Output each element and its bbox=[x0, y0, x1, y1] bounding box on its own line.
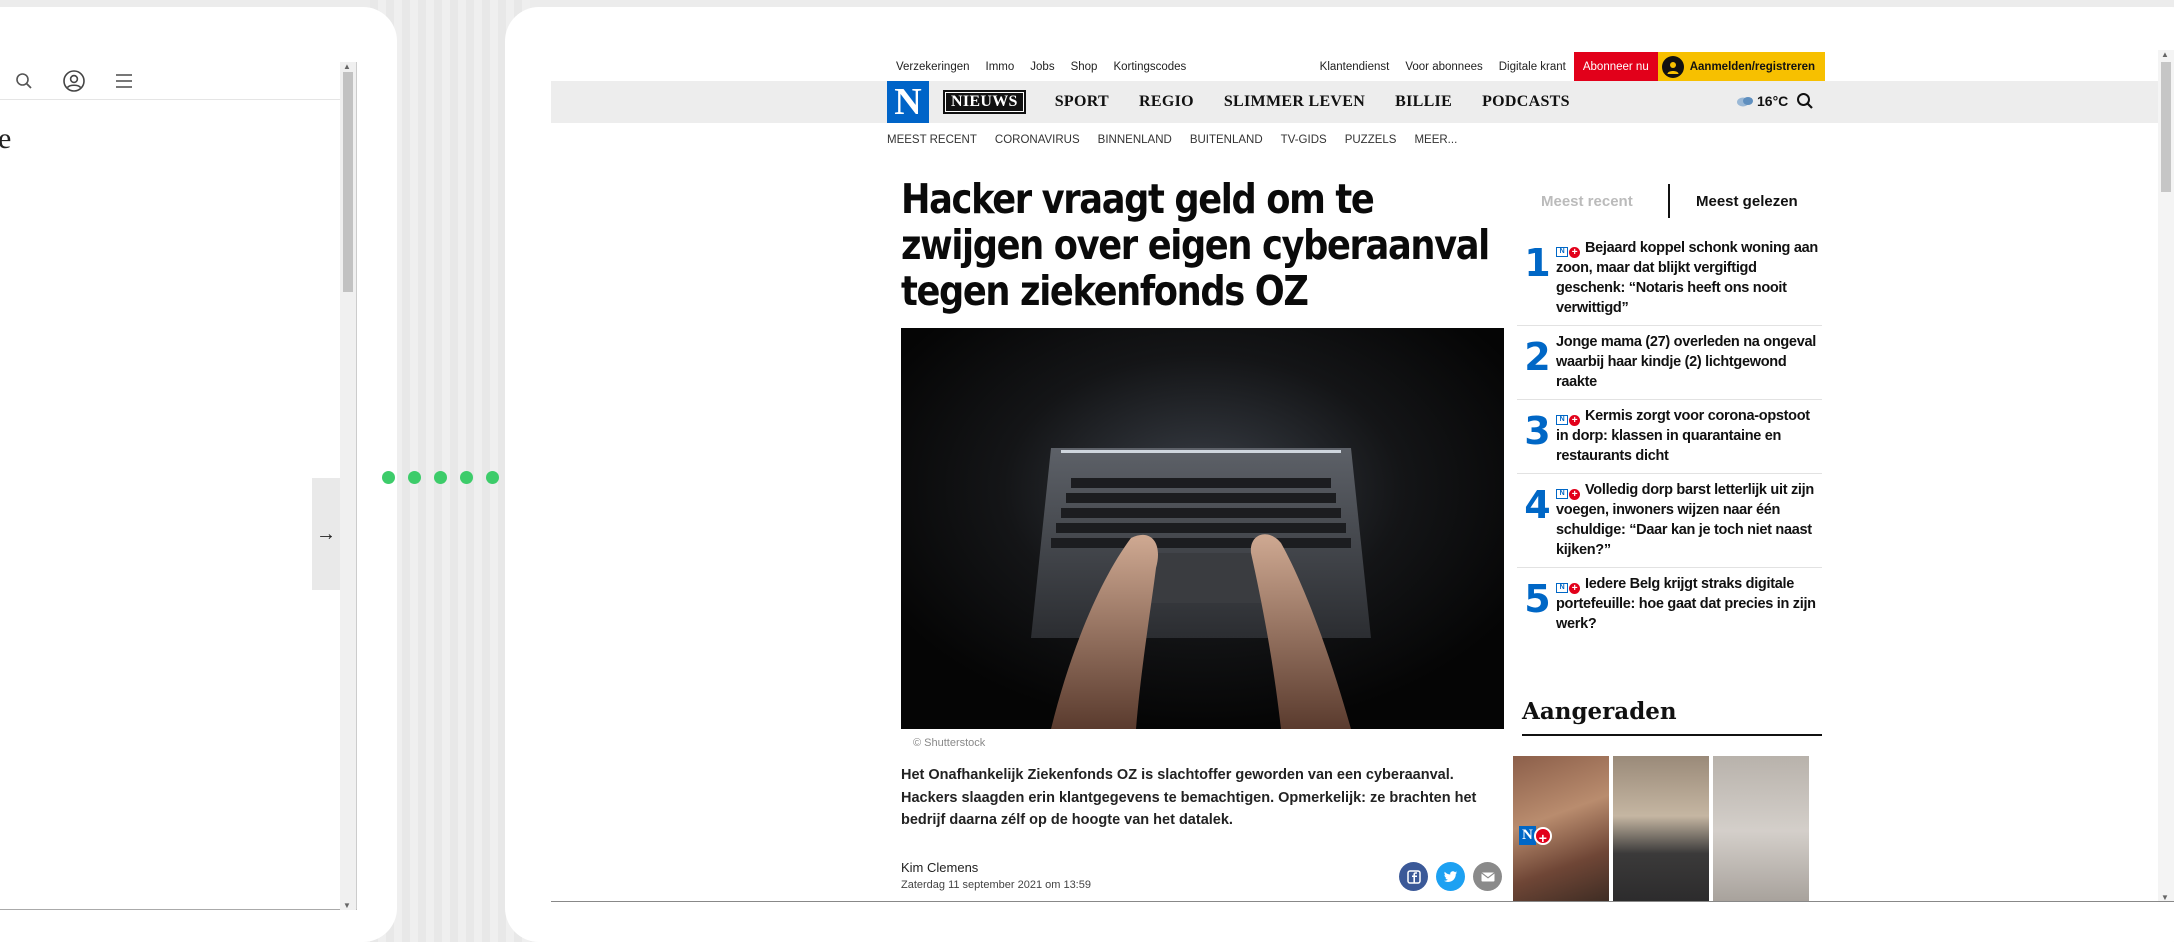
rank-number: 1 bbox=[1524, 241, 1550, 285]
list-item[interactable]: 3 N + Kermis zorgt voor corona-opstoot in … bbox=[1517, 400, 1822, 474]
next-arrow-button[interactable]: → bbox=[312, 478, 340, 590]
nav-item-sport[interactable]: SPORT bbox=[1040, 93, 1124, 111]
util-link-digitale-krant[interactable]: Digitale krant bbox=[1499, 61, 1566, 73]
subnav-puzzels[interactable]: PUZZELS bbox=[1345, 134, 1397, 146]
list-item[interactable]: 1 N + Bejaard koppel schonk woning aan zoo… bbox=[1517, 232, 1822, 326]
scroll-down-icon[interactable]: ▼ bbox=[343, 901, 351, 910]
list-item[interactable]: 4 N + Volledig dorp barst letterlijk uit z… bbox=[1517, 474, 1822, 568]
subnav-meest-recent[interactable]: MEEST RECENT bbox=[887, 134, 977, 146]
list-item-title: N + Volledig dorp barst letterlijk uit zij… bbox=[1556, 482, 1814, 558]
scroll-down-icon[interactable]: ▼ bbox=[2161, 893, 2169, 901]
article-intro: Het Onafhankelijk Ziekenfonds OZ is slac… bbox=[901, 767, 1477, 828]
list-item-title: Jonge mama (27) overleden na ongeval waa… bbox=[1556, 334, 1816, 390]
util-link-shop[interactable]: Shop bbox=[1071, 61, 1098, 73]
nav-items: NIEUWS SPORT REGIO SLIMMER LEVEN BILLIE … bbox=[943, 81, 1585, 123]
list-item-title: N + Iedere Belg krijgt straks digitale por… bbox=[1556, 576, 1816, 632]
article-date: Zaterdag 11 september 2021 om 13:59 bbox=[901, 879, 1091, 891]
util-link-jobs[interactable]: Jobs bbox=[1030, 61, 1054, 73]
email-share-icon[interactable] bbox=[1473, 862, 1502, 891]
premium-badge-icon: N + bbox=[1556, 488, 1580, 500]
page-scrollbar[interactable]: ▲ ▼ bbox=[2158, 50, 2174, 901]
sidebar-tabs: Meest recent Meest gelezen bbox=[1531, 182, 1831, 220]
list-item-title: N + Kermis zorgt voor corona-opstoot in do… bbox=[1556, 408, 1810, 464]
page-scrollbar-thumb[interactable] bbox=[2161, 62, 2171, 192]
account-icon[interactable] bbox=[62, 69, 86, 93]
recommended-thumbnail[interactable]: N + bbox=[1513, 756, 1609, 901]
subnav-binnenland[interactable]: BINNENLAND bbox=[1098, 134, 1172, 146]
weather-temperature: 16°C bbox=[1757, 93, 1789, 109]
article-headline: Hacker vraagt geld om te zwijgen over ei… bbox=[901, 175, 1490, 315]
webpage-viewport: Verzekeringen Immo Jobs Shop Kortingscod… bbox=[551, 50, 2174, 902]
dot bbox=[486, 471, 499, 484]
tab-meest-gelezen[interactable]: Meest gelezen bbox=[1670, 193, 1798, 210]
left-scrollbar-thumb[interactable] bbox=[343, 72, 353, 292]
left-browser-frame: e ▲ ▼ bbox=[0, 62, 357, 910]
user-icon bbox=[1661, 55, 1684, 78]
facebook-share-icon[interactable] bbox=[1399, 862, 1428, 891]
search-icon[interactable] bbox=[12, 69, 36, 93]
list-item-title: N + Bejaard koppel schonk woning aan zoon,… bbox=[1556, 240, 1818, 316]
left-window: e ▲ ▼ bbox=[0, 7, 397, 942]
twitter-share-icon[interactable] bbox=[1436, 862, 1465, 891]
subnav-meer[interactable]: MEER... bbox=[1414, 134, 1457, 146]
utility-bar: Verzekeringen Immo Jobs Shop Kortingscod… bbox=[894, 52, 1825, 81]
dot bbox=[382, 471, 395, 484]
subnav-coronavirus[interactable]: CORONAVIRUS bbox=[995, 134, 1080, 146]
tab-meest-recent[interactable]: Meest recent bbox=[1531, 193, 1668, 210]
scroll-up-icon[interactable]: ▲ bbox=[343, 62, 351, 71]
dot bbox=[460, 471, 473, 484]
list-item[interactable]: 5 N + Iedere Belg krijgt straks digitale p… bbox=[1517, 568, 1822, 641]
search-icon[interactable] bbox=[1796, 92, 1814, 115]
recommended-thumbnails: N + bbox=[1513, 756, 1809, 901]
subnav-buitenland[interactable]: BUITENLAND bbox=[1190, 134, 1263, 146]
recommended-heading: Aangeraden bbox=[1522, 698, 1822, 736]
dot bbox=[434, 471, 447, 484]
premium-badge-icon: N + bbox=[1556, 246, 1580, 258]
util-link-voor-abonnees[interactable]: Voor abonnees bbox=[1405, 61, 1482, 73]
util-link-kortingscodes[interactable]: Kortingscodes bbox=[1113, 61, 1186, 73]
dot bbox=[408, 471, 421, 484]
rank-number: 3 bbox=[1524, 409, 1550, 453]
recommended-thumbnail[interactable] bbox=[1713, 756, 1809, 901]
most-read-list: 1 N + Bejaard koppel schonk woning aan zoo… bbox=[1517, 232, 1822, 641]
subscribe-button[interactable]: Abonneer nu bbox=[1573, 52, 1658, 81]
premium-badge-icon: N + bbox=[1556, 582, 1580, 594]
left-toolbar bbox=[0, 62, 340, 100]
cloud-icon bbox=[1737, 97, 1753, 107]
premium-badge-icon: N + bbox=[1556, 414, 1580, 426]
nav-item-regio[interactable]: REGIO bbox=[1124, 93, 1209, 111]
share-buttons bbox=[1399, 862, 1502, 891]
util-link-immo[interactable]: Immo bbox=[986, 61, 1015, 73]
rank-number: 5 bbox=[1524, 577, 1550, 621]
article-author[interactable]: Kim Clemens bbox=[901, 860, 978, 875]
list-item[interactable]: 2 Jonge mama (27) overleden na ongeval w… bbox=[1517, 326, 1822, 400]
nav-item-podcasts[interactable]: PODCASTS bbox=[1467, 93, 1585, 111]
nav-item-slimmer-leven[interactable]: SLIMMER LEVEN bbox=[1209, 93, 1380, 111]
progress-dots bbox=[382, 471, 525, 484]
subnav-tv-gids[interactable]: TV-GIDS bbox=[1281, 134, 1327, 146]
sub-nav: MEEST RECENT CORONAVIRUS BINNENLAND BUIT… bbox=[887, 134, 1457, 146]
login-label: Aanmelden/registreren bbox=[1689, 60, 1815, 73]
rank-number: 4 bbox=[1524, 483, 1550, 527]
left-scrollbar[interactable]: ▲ ▼ bbox=[340, 62, 356, 910]
weather-widget[interactable]: 16°C bbox=[1736, 93, 1788, 109]
premium-badge-icon: N + bbox=[1519, 826, 1552, 846]
image-credit: © Shutterstock bbox=[913, 737, 986, 749]
scroll-up-icon[interactable]: ▲ bbox=[2161, 50, 2169, 59]
util-link-klantendienst[interactable]: Klantendienst bbox=[1320, 61, 1390, 73]
article-hero-image bbox=[901, 328, 1504, 729]
nav-item-billie[interactable]: BILLIE bbox=[1380, 93, 1467, 111]
rank-number: 2 bbox=[1524, 335, 1550, 379]
recommended-thumbnail[interactable] bbox=[1613, 756, 1709, 901]
menu-icon[interactable] bbox=[112, 69, 136, 93]
left-partial-text: e bbox=[0, 122, 12, 155]
login-button[interactable]: Aanmelden/registreren bbox=[1657, 52, 1825, 81]
main-nav: N NIEUWS SPORT REGIO SLIMMER LEVEN BILLI… bbox=[551, 81, 2158, 123]
brand-logo[interactable]: N bbox=[887, 81, 929, 123]
nav-item-nieuws[interactable]: NIEUWS bbox=[943, 90, 1026, 114]
util-link-verzekeringen[interactable]: Verzekeringen bbox=[896, 61, 970, 73]
